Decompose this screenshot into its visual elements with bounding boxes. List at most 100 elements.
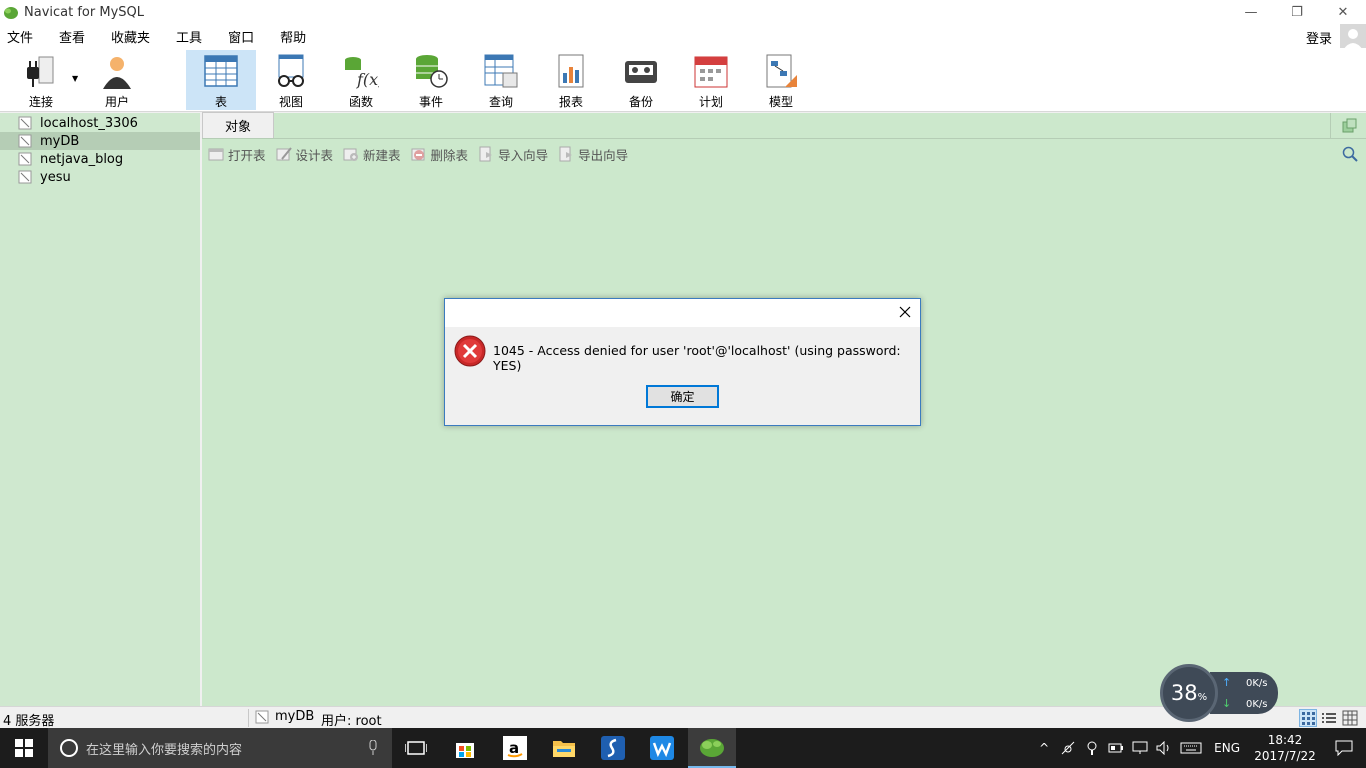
network-monitor-widget[interactable]: ↑ 0K/s ↓ 0K/s 38%: [1160, 664, 1280, 722]
event-icon: [416, 55, 448, 88]
error-icon: [454, 335, 486, 367]
backup-button[interactable]: 备份: [606, 50, 676, 110]
taskbar-store[interactable]: [441, 728, 489, 768]
connection-label: localhost_3306: [40, 115, 138, 131]
tray-keyboard-icon[interactable]: [1176, 728, 1206, 768]
microphone-icon[interactable]: [368, 740, 378, 756]
server-count: 4 服务器: [3, 714, 55, 729]
event-button[interactable]: 事件: [396, 50, 466, 110]
menu-help[interactable]: 帮助: [273, 27, 313, 46]
clock-date: 2017/7/22: [1254, 749, 1316, 763]
connection-icon: [18, 152, 32, 166]
table-icon: [204, 55, 238, 87]
connection-icon: [18, 134, 32, 148]
taskbar-file-explorer[interactable]: [540, 728, 588, 768]
connection-mydb[interactable]: myDB: [0, 132, 200, 150]
dialog-close-icon[interactable]: [898, 305, 912, 319]
close-window-button[interactable]: ✕: [1320, 0, 1366, 24]
connect-button[interactable]: 连接: [6, 50, 76, 110]
tab-objects[interactable]: 对象: [202, 112, 274, 138]
tab-info-button[interactable]: [1330, 113, 1366, 139]
delete-table-label: 删除表: [430, 147, 469, 163]
user-button[interactable]: 用户: [82, 50, 152, 110]
calendar-icon: [694, 56, 728, 88]
taskbar-clock[interactable]: 18:42 2017/7/22: [1248, 732, 1322, 764]
table-button[interactable]: 表: [186, 50, 256, 110]
delete-table-icon: [411, 148, 425, 161]
login-link[interactable]: 登录: [1306, 28, 1332, 47]
menu-favorites[interactable]: 收藏夹: [104, 27, 157, 46]
taskbar-search-box[interactable]: 在这里输入你要搜索的内容: [48, 728, 392, 768]
avatar-icon[interactable]: [1340, 24, 1366, 50]
taskbar-wps[interactable]: [638, 728, 686, 768]
memory-usage-gauge: 38%: [1160, 664, 1218, 722]
connect-dropdown-icon[interactable]: ▼: [72, 74, 78, 83]
connection-icon: [255, 710, 269, 723]
tray-security-icon[interactable]: [1080, 728, 1104, 768]
tray-volume-icon[interactable]: [1152, 728, 1176, 768]
function-button[interactable]: f(x) 函数: [326, 50, 396, 110]
task-view-button[interactable]: [392, 728, 440, 768]
start-button[interactable]: [0, 728, 48, 768]
clock-time: 18:42: [1267, 733, 1303, 747]
report-button[interactable]: 报表: [536, 50, 606, 110]
script-app-icon: [601, 736, 625, 760]
tray-battery-icon[interactable]: [1104, 728, 1128, 768]
menu-file[interactable]: 文件: [0, 27, 40, 46]
folder-icon: [553, 741, 575, 757]
taskbar-navicat[interactable]: [688, 728, 736, 768]
menu-window[interactable]: 窗口: [221, 27, 261, 46]
model-button[interactable]: 模型: [746, 50, 816, 110]
tab-bar: 对象: [202, 112, 1366, 139]
detail-view-icon[interactable]: [1342, 710, 1358, 726]
query-label: 查询: [488, 95, 513, 109]
minimize-button[interactable]: —: [1228, 0, 1274, 24]
task-view-icon: [405, 741, 427, 755]
windows-taskbar: 在这里输入你要搜索的内容 a ^ ENG 18:42 2017/7/22: [0, 728, 1366, 768]
search-icon[interactable]: [1342, 146, 1358, 162]
ok-button[interactable]: 确定: [646, 385, 719, 408]
export-wizard-button[interactable]: 导出向导: [558, 145, 628, 164]
amazon-icon: a: [503, 736, 527, 760]
connection-label: netjava_blog: [40, 151, 124, 167]
list-view-icon[interactable]: [1321, 710, 1337, 726]
grid-view-icon[interactable]: [1299, 709, 1317, 727]
connect-label: 连接: [28, 95, 53, 109]
schedule-button[interactable]: 计划: [676, 50, 746, 110]
view-glasses-icon: [278, 54, 304, 87]
connection-netjava-blog[interactable]: netjava_blog: [0, 150, 200, 168]
status-user: 用户: root: [321, 714, 382, 729]
svg-text:a: a: [509, 739, 519, 757]
connection-label: yesu: [40, 169, 71, 185]
import-wizard-button[interactable]: 导入向导: [478, 145, 548, 164]
open-table-button[interactable]: 打开表: [208, 145, 266, 164]
action-center-button[interactable]: [1322, 728, 1366, 768]
connection-localhost[interactable]: localhost_3306: [0, 114, 200, 132]
query-button[interactable]: 查询: [466, 50, 536, 110]
taskbar-amazon[interactable]: a: [491, 728, 539, 768]
delete-table-button[interactable]: 删除表: [411, 145, 469, 164]
view-button[interactable]: 视图: [256, 50, 326, 110]
input-language[interactable]: ENG: [1206, 741, 1248, 755]
connection-yesu[interactable]: yesu: [0, 168, 200, 186]
menu-view[interactable]: 查看: [52, 27, 92, 46]
cortana-icon: [60, 739, 78, 757]
design-table-button[interactable]: 设计表: [276, 145, 333, 164]
network-speed-panel: ↑ 0K/s ↓ 0K/s: [1210, 672, 1278, 714]
error-dialog: 1045 - Access denied for user 'root'@'lo…: [444, 298, 921, 426]
query-icon: [484, 54, 518, 88]
tray-expand-icon[interactable]: ^: [1032, 728, 1056, 768]
design-table-icon: [276, 147, 292, 161]
model-icon: [766, 54, 797, 88]
taskbar-sublime[interactable]: [589, 728, 637, 768]
tray-display-icon[interactable]: [1128, 728, 1152, 768]
tray-network-icon[interactable]: [1056, 728, 1080, 768]
menu-tools[interactable]: 工具: [169, 27, 209, 46]
report-label: 报表: [558, 95, 583, 109]
restore-button[interactable]: ❐: [1274, 0, 1320, 24]
export-icon: [559, 146, 573, 162]
plug-icon: [27, 56, 54, 87]
new-table-button[interactable]: 新建表: [343, 145, 401, 164]
event-label: 事件: [418, 95, 443, 109]
function-icon: f(x): [345, 57, 379, 89]
